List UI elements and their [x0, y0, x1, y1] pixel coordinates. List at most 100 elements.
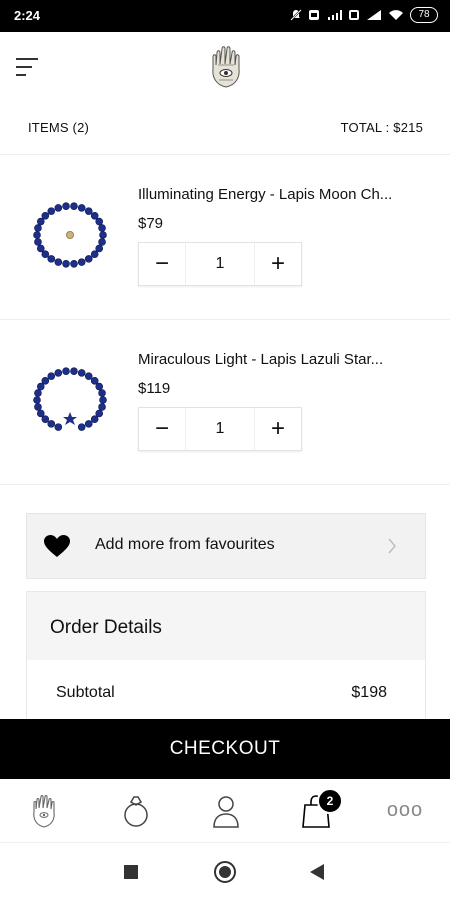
- bead: [77, 204, 86, 212]
- bead: [33, 396, 41, 404]
- order-details-panel: Order Details Subtotal $198: [26, 591, 426, 721]
- square-icon: [124, 865, 138, 879]
- nav-home[interactable]: [14, 779, 74, 842]
- favourites-label: Add more from favourites: [95, 536, 275, 553]
- bead: [99, 396, 107, 404]
- status-bar: 2:24 78: [0, 0, 450, 32]
- bead: [41, 211, 50, 220]
- subtotal-value: $198: [351, 684, 387, 701]
- bead: [90, 415, 99, 424]
- bead: [54, 423, 63, 431]
- bead: [95, 244, 104, 253]
- bead: [90, 211, 99, 220]
- quantity-value: 1: [215, 420, 225, 437]
- triangle-back-icon: [310, 864, 324, 880]
- cart-badge: 2: [317, 788, 343, 814]
- bead: [90, 376, 99, 385]
- bottom-nav: 2 ooo: [0, 779, 450, 842]
- bead: [41, 250, 50, 259]
- more-icon: ooo: [386, 799, 424, 821]
- bead: [95, 382, 104, 391]
- status-time: 2:24: [14, 8, 41, 23]
- bead: [36, 409, 45, 418]
- increase-quantity-button[interactable]: +: [254, 408, 301, 450]
- cart-summary: ITEMS (2) TOTAL : $215: [0, 102, 450, 155]
- cart-item: Miraculous Light - Lapis Lazuli Star... …: [0, 320, 450, 485]
- bead: [62, 367, 70, 376]
- product-price: $119: [138, 380, 171, 397]
- add-from-favourites-button[interactable]: Add more from favourites: [26, 513, 426, 579]
- product-image[interactable]: [30, 183, 110, 287]
- bead: [62, 259, 70, 268]
- user-icon: [213, 795, 239, 828]
- quantity-stepper: − 1 +: [138, 242, 302, 286]
- nav-more[interactable]: ooo: [375, 779, 435, 842]
- home-button[interactable]: [208, 857, 242, 887]
- bead: [47, 207, 56, 215]
- product-price: $79: [138, 215, 164, 232]
- nav-jewellery[interactable]: [106, 779, 166, 842]
- bead: [77, 423, 86, 431]
- bead: [41, 415, 50, 424]
- bead: [77, 258, 86, 266]
- bead: [90, 250, 99, 259]
- bead: [54, 258, 63, 266]
- bell-off-icon: [290, 9, 302, 21]
- bead: [70, 202, 78, 211]
- bead: [99, 231, 107, 239]
- bead: [34, 224, 42, 232]
- nav-cart[interactable]: 2: [286, 779, 346, 842]
- menu-icon[interactable]: [16, 56, 40, 78]
- bead: [95, 409, 104, 418]
- subtotal-label: Subtotal: [56, 684, 115, 701]
- ring-icon: [124, 795, 148, 827]
- bead: [54, 369, 63, 377]
- bead: [34, 389, 42, 397]
- star-charm-icon: [63, 412, 77, 425]
- app-header: [0, 32, 450, 102]
- bead: [95, 217, 104, 226]
- product-title[interactable]: Illuminating Energy - Lapis Moon Ch...: [138, 186, 430, 203]
- system-nav-bar: [0, 842, 450, 901]
- signal-icon: [367, 10, 381, 20]
- hamsa-logo[interactable]: [208, 45, 244, 89]
- checkout-button[interactable]: CHECKOUT: [0, 719, 450, 779]
- circle-icon: [214, 861, 236, 883]
- quantity-value: 1: [215, 255, 225, 272]
- bead: [34, 238, 42, 246]
- bead: [84, 420, 93, 428]
- order-details-body: Subtotal $198: [27, 660, 425, 720]
- battery-icon: 78: [410, 7, 438, 23]
- hamsa-home-icon: [33, 794, 55, 828]
- quantity-stepper: − 1 +: [138, 407, 302, 451]
- back-button[interactable]: [300, 857, 334, 887]
- increase-quantity-button[interactable]: +: [254, 243, 301, 285]
- cart-item: Illuminating Energy - Lapis Moon Ch... $…: [0, 155, 450, 320]
- bead: [98, 238, 106, 246]
- bead: [84, 255, 93, 263]
- bead: [36, 217, 45, 226]
- bead: [41, 376, 50, 385]
- bead: [77, 369, 86, 377]
- items-count: ITEMS (2): [28, 120, 90, 135]
- bead: [34, 403, 42, 411]
- nav-account[interactable]: [196, 779, 256, 842]
- bead: [36, 244, 45, 253]
- bead: [33, 231, 41, 239]
- bead: [84, 207, 93, 215]
- bead: [98, 403, 106, 411]
- product-title[interactable]: Miraculous Light - Lapis Lazuli Star...: [138, 351, 430, 368]
- product-image[interactable]: [30, 348, 110, 452]
- decrease-quantity-button[interactable]: −: [139, 243, 186, 285]
- bead: [70, 259, 78, 268]
- status-icons: 78: [290, 7, 438, 23]
- heart-icon: [44, 535, 70, 557]
- recents-button[interactable]: [114, 857, 148, 887]
- decrease-quantity-button[interactable]: −: [139, 408, 186, 450]
- sim-icon: [349, 10, 359, 20]
- bead: [84, 372, 93, 380]
- order-details-title: Order Details: [50, 617, 162, 638]
- bead: [36, 382, 45, 391]
- bead: [47, 420, 56, 428]
- bead: [54, 204, 63, 212]
